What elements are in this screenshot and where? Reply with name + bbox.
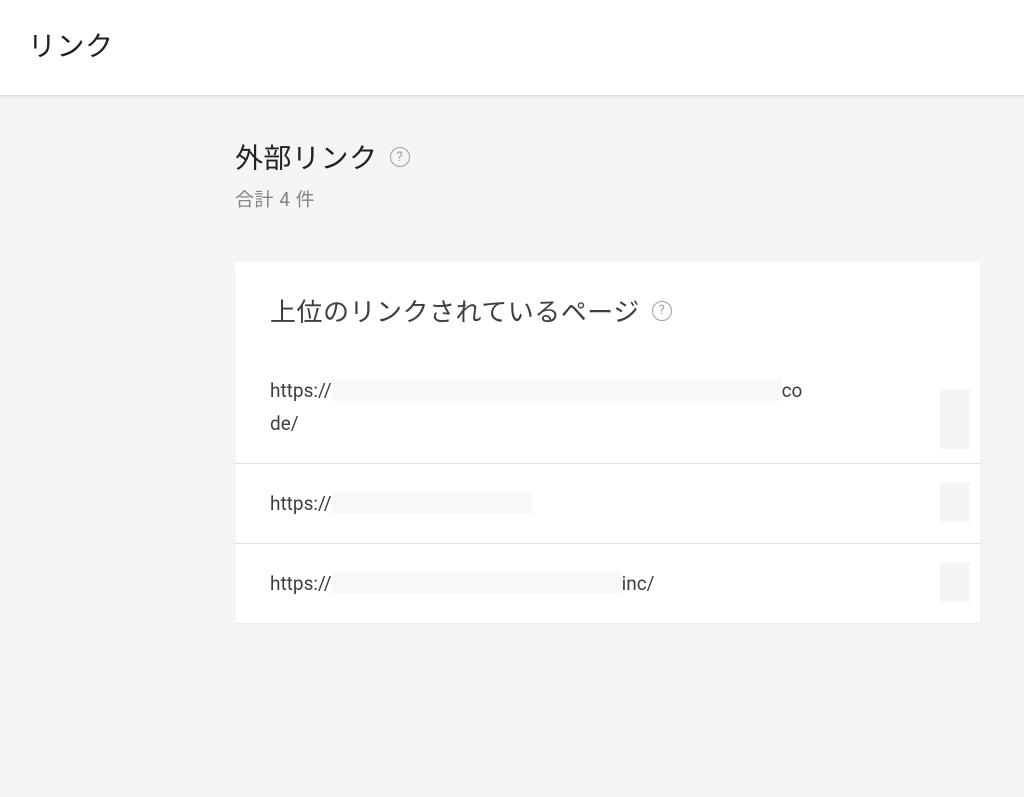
section-title-row: 外部リンク ? bbox=[235, 137, 1024, 177]
page-title: リンク bbox=[28, 25, 996, 65]
help-icon[interactable]: ? bbox=[652, 301, 672, 321]
url-suffix-wrap: de/ bbox=[270, 412, 945, 435]
redacted-count bbox=[940, 482, 970, 522]
content-area: 外部リンク ? 合計 4 件 上位のリンクされているページ ? https://… bbox=[0, 96, 1024, 797]
url-prefix: https:// bbox=[270, 572, 332, 595]
url-suffix-inline: inc/ bbox=[622, 572, 655, 595]
redacted-count bbox=[940, 389, 970, 449]
url-suffix-inline: co bbox=[782, 379, 803, 402]
url-prefix: https:// bbox=[270, 379, 332, 402]
page-header: リンク bbox=[0, 0, 1024, 96]
list-item[interactable]: https:// inc/ bbox=[235, 543, 980, 623]
section-title: 外部リンク bbox=[235, 137, 378, 177]
section-header: 外部リンク ? 合計 4 件 bbox=[235, 137, 1024, 212]
card-header: 上位のリンクされているページ ? bbox=[235, 262, 980, 369]
redacted-count bbox=[940, 562, 970, 602]
help-icon[interactable]: ? bbox=[390, 147, 410, 167]
redacted-url-part bbox=[332, 572, 622, 594]
url-prefix: https:// bbox=[270, 492, 332, 515]
list-item[interactable]: https:// co de/ bbox=[235, 369, 980, 463]
redacted-url-part bbox=[332, 379, 782, 401]
redacted-url-part bbox=[332, 492, 532, 514]
list-item[interactable]: https:// bbox=[235, 463, 980, 543]
card-title: 上位のリンクされているページ bbox=[270, 292, 640, 329]
top-linked-pages-card: 上位のリンクされているページ ? https:// co de/ https:/… bbox=[235, 262, 980, 623]
section-subtitle: 合計 4 件 bbox=[235, 185, 1024, 212]
